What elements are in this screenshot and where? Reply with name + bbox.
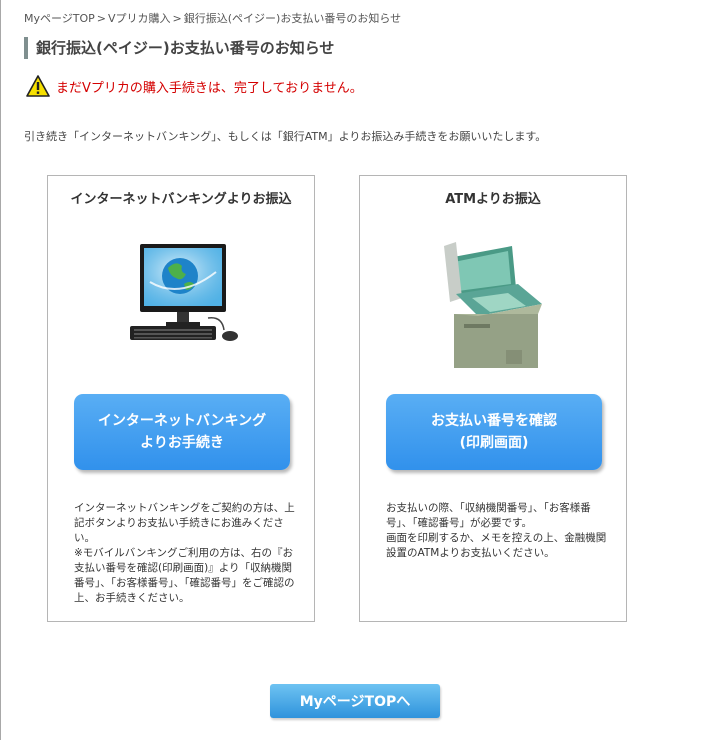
- button-label-line2: よりお手続き: [140, 435, 224, 451]
- button-label-line2: (印刷画面): [459, 435, 529, 451]
- internet-banking-button[interactable]: インターネットバンキング よりお手続き: [74, 394, 290, 470]
- warning-text: まだVプリカの購入手続きは、完了しておりません。: [56, 80, 363, 96]
- description-note: 画面を印刷するか、メモを控えの上、金融機関設置のATMよりお支払いください。: [386, 532, 607, 559]
- atm-card: ATMよりお振込 お支払い番号を確認 (印刷画面) お支払いの際、「収納機関番号…: [359, 175, 627, 622]
- description-paragraph: お支払いの際、「収納機関番号」、「お客様番号」、「確認番号」が必要です。: [386, 502, 591, 529]
- mypage-top-button[interactable]: MyページTOPへ: [270, 684, 440, 718]
- intro-text: 引き続き「インターネットバンキング」、もしくは「銀行ATM」よりお振込み手続きを…: [24, 130, 547, 143]
- card-title: インターネットバンキングよりお振込: [70, 192, 292, 207]
- internet-banking-card: インターネットバンキングよりお振込 インターネットバンキング よりお手続き イン: [47, 175, 315, 622]
- card-description: インターネットバンキングをご契約の方は、上記ボタンよりお支払い手続きにお進みくだ…: [74, 501, 296, 606]
- button-label-line1: お支払い番号を確認: [431, 413, 557, 429]
- breadcrumb-vpreca-link[interactable]: Vプリカ購入: [108, 12, 171, 25]
- description-note: ※モバイルバンキングご利用の方は、右の『お支払い番号を確認(印刷画面)』より「収…: [74, 547, 295, 604]
- computer-globe-icon: [130, 244, 238, 341]
- payment-number-button[interactable]: お支払い番号を確認 (印刷画面): [386, 394, 602, 470]
- left-border-line: [0, 0, 1, 740]
- breadcrumb-separator: >: [96, 12, 107, 25]
- breadcrumb-separator: >: [172, 12, 182, 25]
- card-description: お支払いの際、「収納機関番号」、「お客様番号」、「確認番号」が必要です。 画面を…: [386, 501, 608, 561]
- page-title: 銀行振込(ペイジー)お支払い番号のお知らせ: [24, 37, 334, 59]
- atm-machine-icon: [444, 242, 542, 368]
- warning-icon: [26, 75, 50, 97]
- breadcrumb-mypage-link[interactable]: MyページTOP: [24, 12, 95, 25]
- warning-message: まだVプリカの購入手続きは、完了しておりません。: [26, 75, 363, 97]
- breadcrumb-current: 銀行振込(ペイジー)お支払い番号のお知らせ: [183, 12, 402, 25]
- description-paragraph: インターネットバンキングをご契約の方は、上記ボタンよりお支払い手続きにお進みくだ…: [74, 502, 295, 544]
- breadcrumb: MyページTOP > Vプリカ購入 > 銀行振込(ペイジー)お支払い番号のお知らせ: [24, 10, 401, 26]
- card-title: ATMよりお振込: [445, 192, 541, 207]
- button-label-line1: インターネットバンキング: [97, 413, 267, 429]
